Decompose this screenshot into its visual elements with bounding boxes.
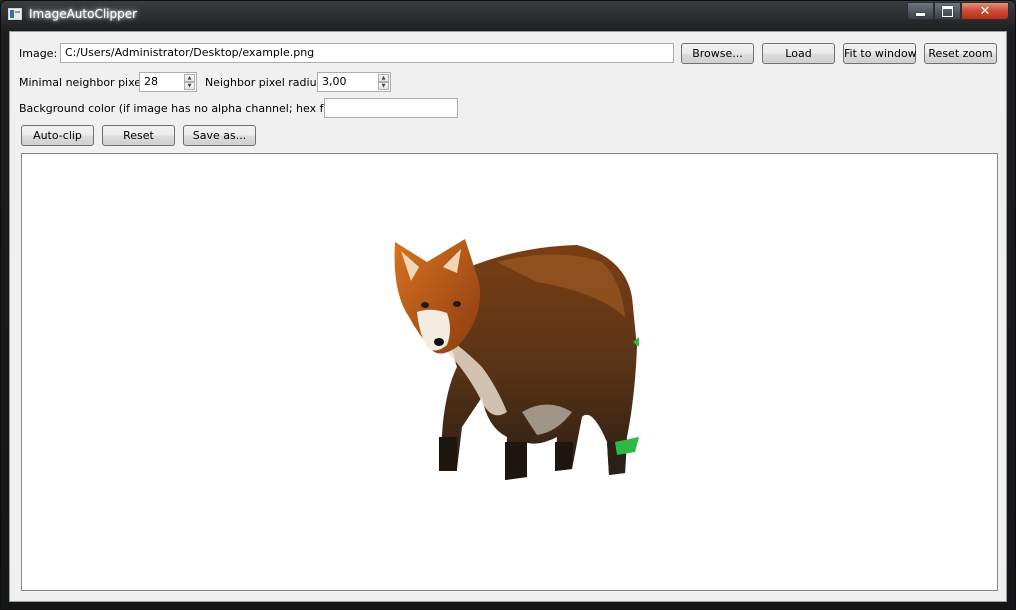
min-neighbor-spinbox[interactable]: 28 ▲ ▼ bbox=[139, 72, 197, 92]
client-area: Image: C:/Users/Administrator/Desktop/ex… bbox=[9, 31, 1007, 602]
window-title: ImageAutoClipper bbox=[29, 7, 138, 21]
min-neighbor-arrows: ▲ ▼ bbox=[184, 74, 195, 90]
maximize-button[interactable] bbox=[934, 2, 961, 20]
spin-up-icon[interactable]: ▲ bbox=[184, 74, 195, 82]
reset-zoom-button[interactable]: Reset zoom bbox=[924, 43, 997, 64]
radius-value: 3,00 bbox=[322, 75, 347, 88]
radius-label: Neighbor pixel radius: bbox=[205, 76, 326, 89]
fox-image bbox=[394, 239, 639, 480]
app-icon bbox=[8, 8, 22, 20]
min-neighbor-value: 28 bbox=[144, 75, 158, 88]
close-button[interactable]: ✕ bbox=[961, 2, 1009, 20]
image-label: Image: bbox=[19, 47, 58, 60]
app-window: ImageAutoClipper ✕ Image: C:/Users/Admin… bbox=[0, 0, 1016, 610]
radius-spinbox[interactable]: 3,00 ▲ ▼ bbox=[317, 72, 391, 92]
title-bar[interactable]: ImageAutoClipper ✕ bbox=[1, 1, 1015, 31]
spin-up-icon[interactable]: ▲ bbox=[378, 74, 389, 82]
window-controls: ✕ bbox=[907, 2, 1009, 21]
browse-button[interactable]: Browse... bbox=[681, 43, 754, 64]
fit-to-window-button[interactable]: Fit to window bbox=[843, 43, 917, 64]
minimize-icon bbox=[916, 12, 925, 16]
spin-down-icon[interactable]: ▼ bbox=[378, 82, 389, 90]
minimize-button[interactable] bbox=[907, 2, 934, 20]
close-icon: ✕ bbox=[979, 3, 991, 19]
background-color-label: Background color (if image has no alpha … bbox=[19, 102, 365, 115]
radius-arrows: ▲ ▼ bbox=[378, 74, 389, 90]
maximize-icon bbox=[942, 5, 953, 17]
image-path-input[interactable]: C:/Users/Administrator/Desktop/example.p… bbox=[60, 43, 674, 63]
load-button[interactable]: Load bbox=[762, 43, 835, 64]
min-neighbor-label: Minimal neighbor pixels: bbox=[19, 76, 154, 89]
spin-down-icon[interactable]: ▼ bbox=[184, 82, 195, 90]
reset-button[interactable]: Reset bbox=[102, 125, 175, 146]
save-as-button[interactable]: Save as... bbox=[183, 125, 256, 146]
background-color-input[interactable] bbox=[324, 98, 458, 118]
auto-clip-button[interactable]: Auto-clip bbox=[21, 125, 94, 146]
image-canvas[interactable] bbox=[21, 153, 998, 591]
